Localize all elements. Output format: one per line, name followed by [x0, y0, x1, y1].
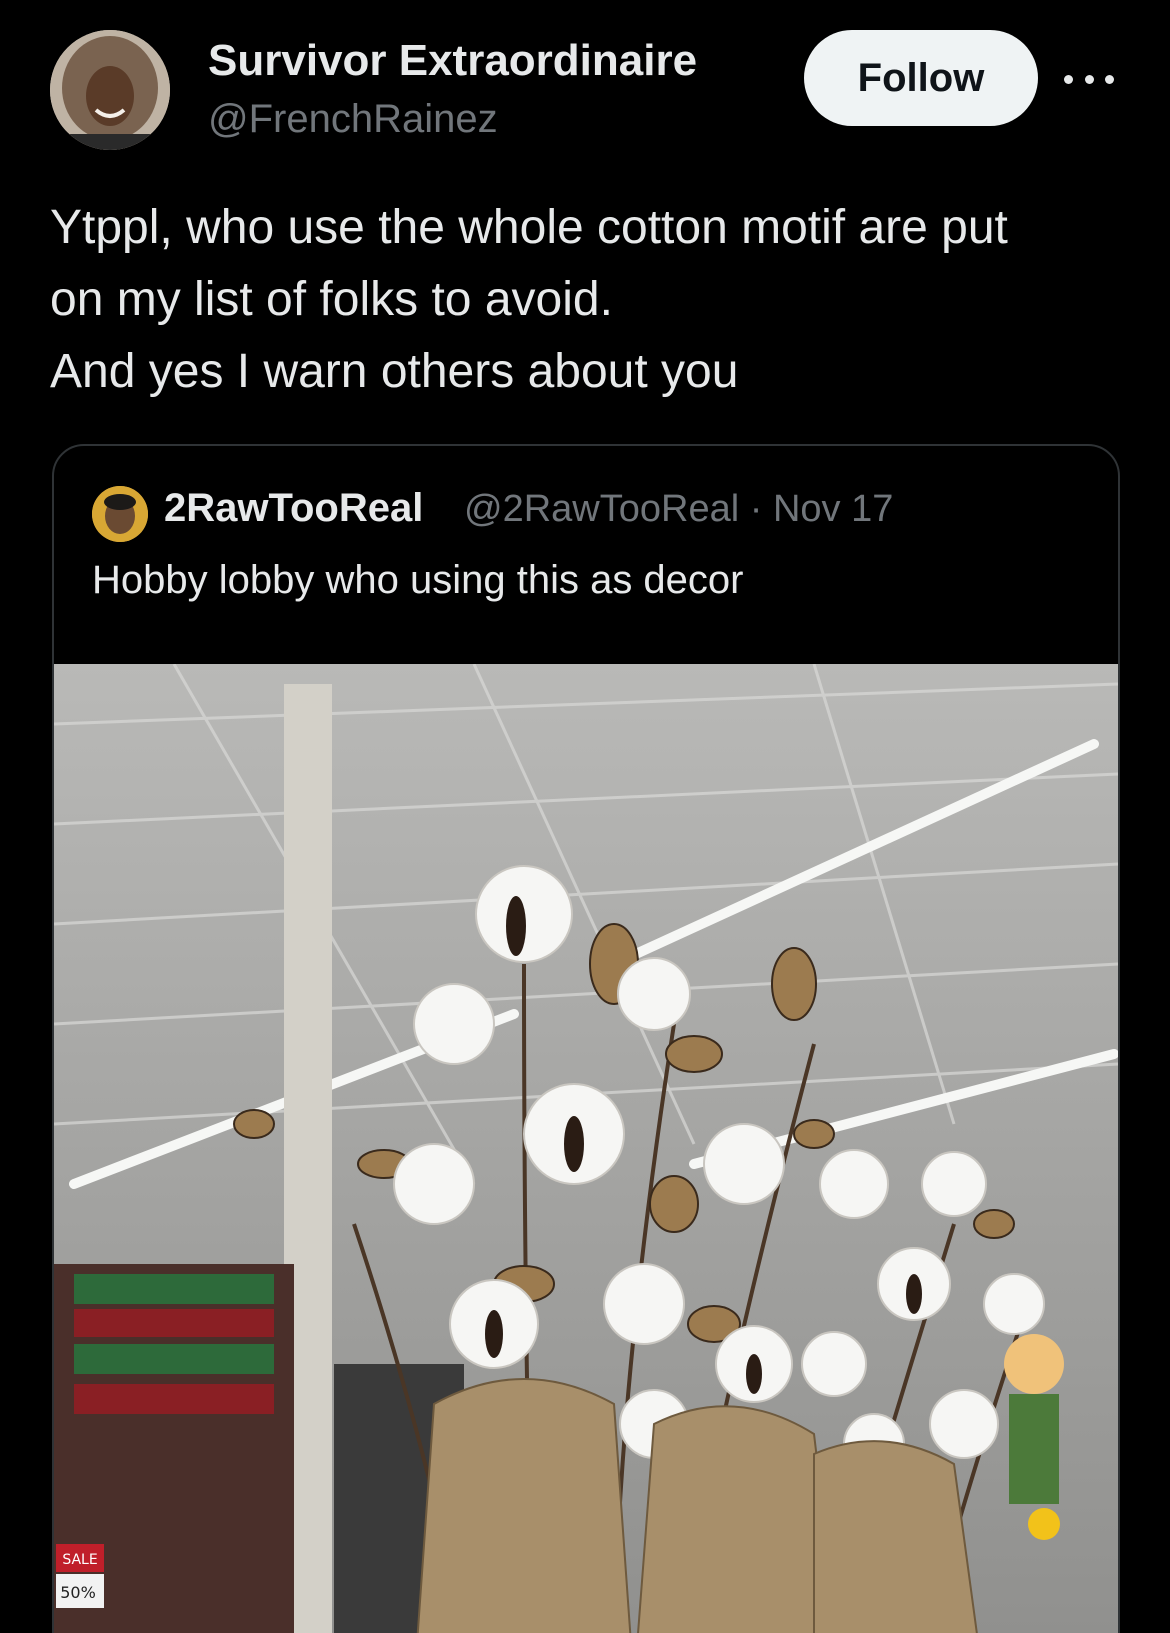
meta-separator: · — [749, 488, 763, 530]
tweet-line: Ytppl, who use the whole cotton motif ar… — [50, 201, 1008, 254]
quote-author-avatar[interactable] — [92, 486, 148, 542]
quoted-tweet-card[interactable]: 2RawTooReal @2RawTooReal · Nov 17 Hobby … — [52, 444, 1120, 1633]
sale-sign-text: SALE — [62, 1552, 97, 1568]
quote-profile-photo-icon — [92, 486, 148, 542]
quote-date[interactable]: Nov 17 — [773, 488, 893, 530]
author-handle[interactable]: @FrenchRainez — [208, 97, 498, 142]
tweet-line: And yes I warn others about you — [50, 345, 739, 398]
author-avatar[interactable] — [50, 30, 170, 150]
cotton-decor-photo: SALE 50% — [54, 664, 1118, 1633]
quote-image[interactable]: SALE 50% — [54, 664, 1118, 1633]
quote-author-name[interactable]: 2RawTooReal — [164, 486, 423, 531]
follow-button[interactable]: Follow — [804, 30, 1038, 126]
quote-meta: @2RawTooReal · Nov 17 — [464, 488, 893, 531]
quote-text: Hobby lobby who using this as decor — [92, 558, 744, 602]
percent-sign-text: 50% — [60, 1583, 96, 1602]
quote-author-handle[interactable]: @2RawTooReal — [464, 488, 739, 530]
author-name[interactable]: Survivor Extraordinaire — [208, 36, 697, 86]
profile-photo-icon — [50, 30, 170, 150]
tweet-text: Ytppl, who use the whole cotton motif ar… — [50, 192, 1130, 408]
more-horizontal-icon[interactable] — [1064, 64, 1114, 94]
tweet-page: Survivor Extraordinaire @FrenchRainez Fo… — [0, 0, 1170, 1633]
tweet-line: on my list of folks to avoid. — [50, 273, 613, 326]
